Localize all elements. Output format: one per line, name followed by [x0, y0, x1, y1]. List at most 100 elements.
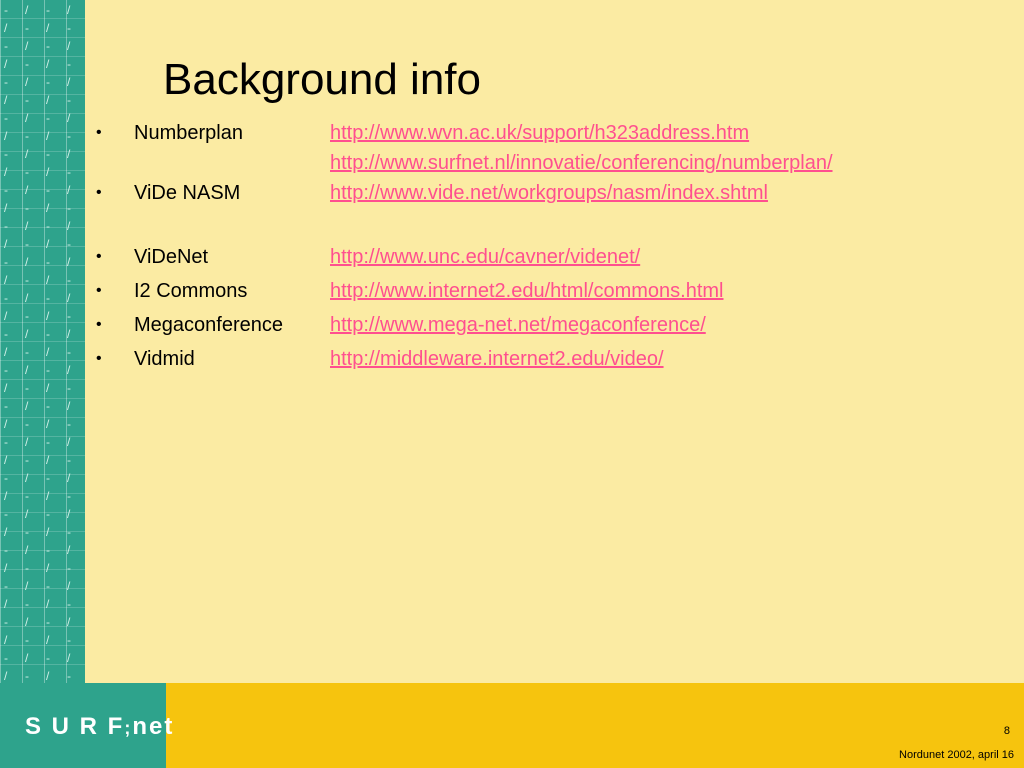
- item-link[interactable]: http://www.unc.edu/cavner/videnet/: [330, 242, 640, 272]
- stripe-mark: /: [46, 201, 50, 215]
- stripe-mark: -: [46, 579, 50, 593]
- stripe-mark: /: [67, 219, 71, 233]
- stripe-mark: /: [67, 435, 71, 449]
- item-link[interactable]: http://www.vide.net/workgroups/nasm/inde…: [330, 178, 768, 208]
- item-link[interactable]: http://www.wvn.ac.uk/support/h323address…: [330, 118, 833, 148]
- stripe-mark: -: [67, 57, 71, 71]
- list-item: • Megaconference http://www.mega-net.net…: [96, 310, 996, 344]
- stripe-mark: -: [25, 309, 29, 323]
- stripe-mark: -: [4, 39, 8, 53]
- stripe-mark: /: [46, 309, 50, 323]
- stripe-mark: /: [46, 165, 50, 179]
- item-link[interactable]: http://middleware.internet2.edu/video/: [330, 344, 664, 374]
- stripe-mark: /: [67, 615, 71, 629]
- stripe-mark: -: [46, 255, 50, 269]
- stripe-mark: /: [25, 219, 29, 233]
- list-item: • I2 Commons http://www.internet2.edu/ht…: [96, 276, 996, 310]
- stripe-mark: -: [46, 363, 50, 377]
- stripe-mark: /: [4, 669, 8, 683]
- stripe-mark: -: [25, 345, 29, 359]
- stripe-mark: -: [46, 111, 50, 125]
- stripe-mark: -: [25, 165, 29, 179]
- stripe-mark: /: [67, 255, 71, 269]
- stripe-mark: -: [46, 3, 50, 17]
- stripe-mark: /: [4, 561, 8, 575]
- stripe-mark: -: [46, 39, 50, 53]
- footer-text: Nordunet 2002, april 16: [899, 749, 1014, 761]
- stripe-mark: /: [25, 291, 29, 305]
- stripe-mark: -: [67, 489, 71, 503]
- stripe-mark: /: [67, 39, 71, 53]
- item-label: ViDe NASM: [134, 182, 241, 204]
- stripe-mark: -: [67, 129, 71, 143]
- page-number: 8: [1003, 725, 1010, 737]
- stripe-mark: -: [4, 471, 8, 485]
- stripe-mark: -: [4, 291, 8, 305]
- stripe-mark: /: [4, 201, 8, 215]
- stripe-mark: -: [25, 453, 29, 467]
- stripe-mark: /: [67, 543, 71, 557]
- item-label: I2 Commons: [134, 280, 248, 302]
- stripe-mark: -: [4, 183, 8, 197]
- item-link[interactable]: http://www.surfnet.nl/innovatie/conferen…: [330, 148, 833, 178]
- stripe-mark: /: [67, 507, 71, 521]
- item-label: ViDeNet: [134, 246, 209, 268]
- stripe-mark: /: [46, 345, 50, 359]
- stripe-mark: -: [67, 453, 71, 467]
- stripe-mark: -: [67, 21, 71, 35]
- item-link[interactable]: http://www.internet2.edu/html/commons.ht…: [330, 276, 724, 306]
- stripe-mark: /: [25, 3, 29, 17]
- stripe-mark: -: [67, 309, 71, 323]
- stripe-mark: -: [25, 273, 29, 287]
- stripe-mark: /: [46, 129, 50, 143]
- stripe-mark: /: [46, 597, 50, 611]
- stripe-mark: -: [4, 219, 8, 233]
- stripe-mark: -: [4, 75, 8, 89]
- stripe-mark: -: [4, 111, 8, 125]
- stripe-mark: /: [46, 633, 50, 647]
- stripe-mark: -: [25, 633, 29, 647]
- stripe-mark: -: [25, 237, 29, 251]
- stripe-mark: -: [46, 327, 50, 341]
- stripe-mark: /: [4, 309, 8, 323]
- stripe-mark: -: [25, 57, 29, 71]
- item-link[interactable]: http://www.mega-net.net/megaconference/: [330, 310, 706, 340]
- stripe-mark: /: [67, 363, 71, 377]
- stripe-mark: -: [46, 615, 50, 629]
- stripe-mark: -: [67, 237, 71, 251]
- item-label: Numberplan: [134, 122, 243, 144]
- list-item: • Numberplan http://www.wvn.ac.uk/suppor…: [96, 118, 996, 178]
- bullet-icon: •: [96, 184, 102, 201]
- stripe-mark: /: [25, 327, 29, 341]
- stripe-mark: /: [25, 651, 29, 665]
- stripe-mark: -: [67, 273, 71, 287]
- stripe-mark: -: [46, 219, 50, 233]
- bullet-icon: •: [96, 124, 102, 141]
- stripe-mark: -: [25, 417, 29, 431]
- stripe-mark: /: [25, 399, 29, 413]
- stripe-mark: /: [67, 3, 71, 17]
- left-decorative-stripe: - / - / / - / - - / - / / - / - - / - / / - / - - / - / / - / - - / - / / - / -…: [0, 0, 85, 683]
- stripe-mark: /: [25, 183, 29, 197]
- stripe-mark: /: [25, 111, 29, 125]
- stripe-mark: -: [25, 669, 29, 683]
- stripe-mark: /: [25, 579, 29, 593]
- stripe-mark: /: [25, 75, 29, 89]
- stripe-mark: -: [25, 525, 29, 539]
- stripe-mark: -: [46, 147, 50, 161]
- stripe-mark: /: [46, 417, 50, 431]
- stripe-mark: -: [4, 579, 8, 593]
- stripe-mark: /: [4, 453, 8, 467]
- stripe-mark: -: [67, 561, 71, 575]
- bullet-icon: •: [96, 282, 102, 299]
- stripe-mark: /: [46, 669, 50, 683]
- list-item: • ViDeNet http://www.unc.edu/cavner/vide…: [96, 242, 996, 276]
- stripe-mark: /: [46, 237, 50, 251]
- stripe-mark: -: [46, 291, 50, 305]
- stripe-mark: /: [67, 291, 71, 305]
- stripe-mark: /: [25, 507, 29, 521]
- stripe-mark: /: [4, 273, 8, 287]
- stripe-mark: -: [25, 201, 29, 215]
- stripe-mark: /: [25, 471, 29, 485]
- stripe-mark: /: [4, 633, 8, 647]
